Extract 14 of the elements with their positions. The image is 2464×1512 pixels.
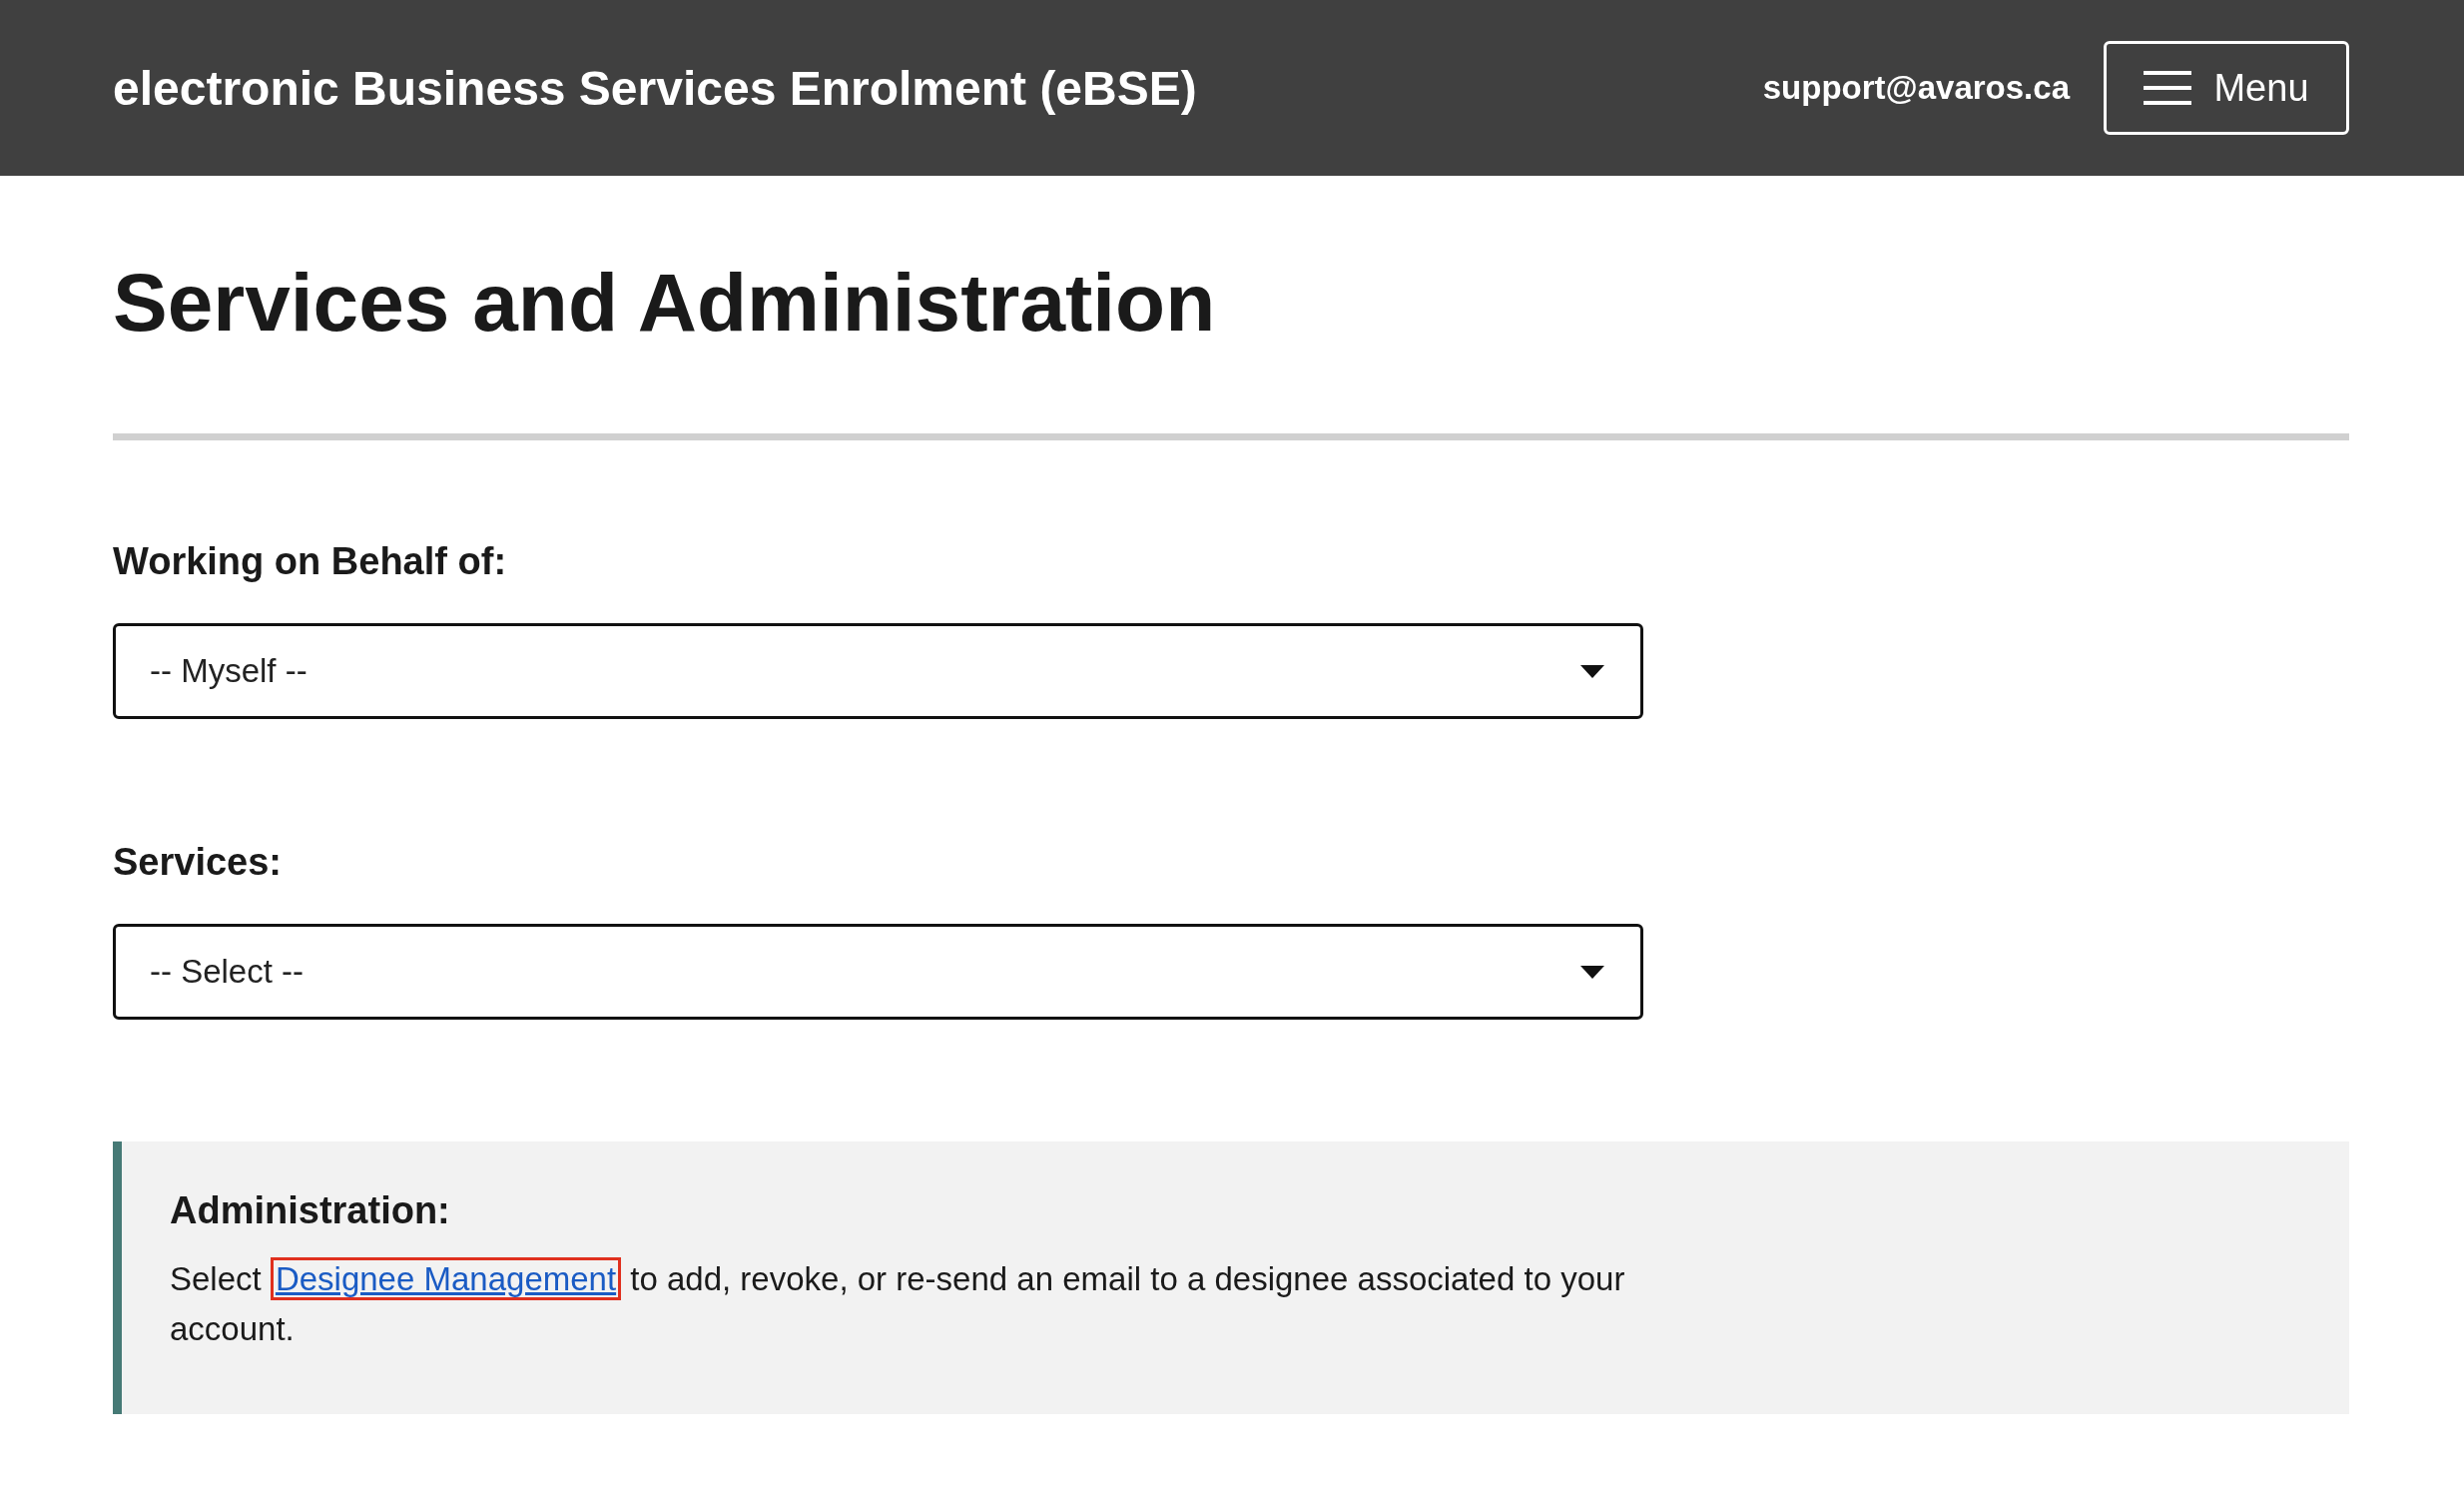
site-title: electronic Business Services Enrolment (eBSE)	[113, 60, 1198, 116]
support-email-link[interactable]: support@avaros.ca	[1762, 69, 2070, 107]
panel-text: Select Designee Management to add, revoke, or re-send an email to a designee associated to your account.	[170, 1254, 1637, 1354]
menu-icon	[2144, 71, 2192, 105]
panel-heading: Administration:	[170, 1189, 451, 1232]
caret-icon	[1580, 965, 1604, 979]
dropdown-field[interactable]: -- Myself --	[113, 623, 1643, 719]
field-label: Working on Behalf of:	[113, 540, 508, 583]
menu-button[interactable]: Menu	[2104, 41, 2349, 135]
caret-icon	[1580, 664, 1604, 678]
page-title: Services and Administration	[113, 256, 1217, 350]
field-label: Services:	[113, 841, 283, 884]
dropdown-field[interactable]: -- Select --	[113, 924, 1643, 1020]
designee-management-link[interactable]: Designee Management	[270, 1257, 622, 1300]
